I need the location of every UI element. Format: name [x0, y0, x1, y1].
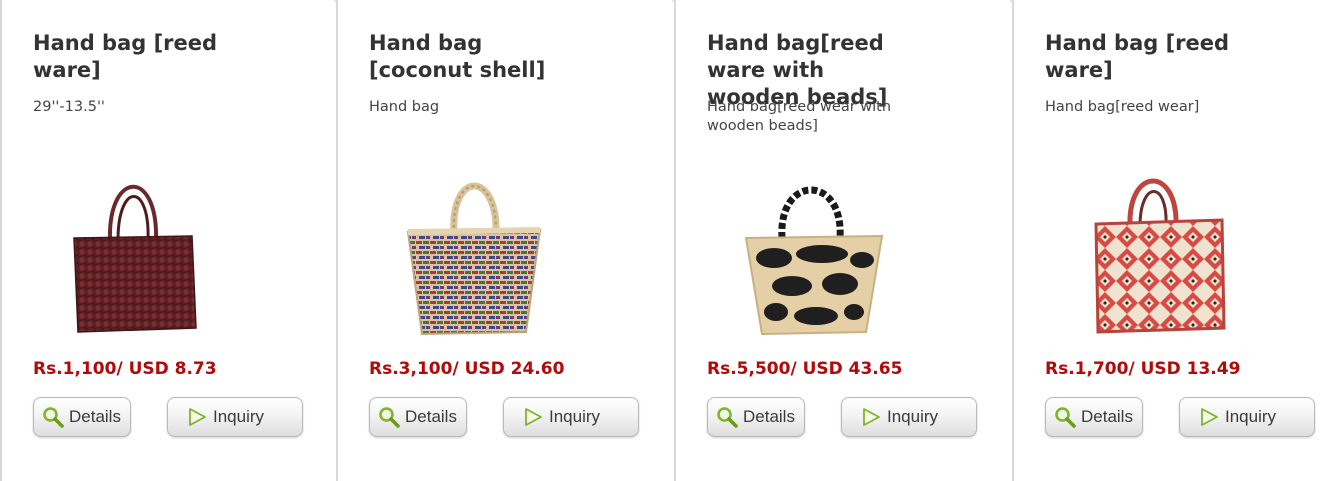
- product-description: Hand bag[reed wear]: [1045, 99, 1200, 115]
- details-label: Details: [743, 407, 795, 426]
- product-image-red-pattern-bag[interactable]: [1050, 160, 1250, 340]
- inquiry-label: Inquiry: [213, 407, 265, 426]
- play-arrow-icon: [863, 408, 880, 426]
- magnifier-icon: [379, 407, 400, 428]
- product-image-maroon-handbag[interactable]: [38, 160, 238, 340]
- details-button[interactable]: Details: [1045, 397, 1143, 437]
- play-arrow-icon: [189, 408, 206, 426]
- play-arrow-icon: [1201, 408, 1218, 426]
- product-grid: Hand bag [reed ware] 29''-13.5'' Rs.1,10…: [0, 0, 1336, 481]
- magnifier-icon: [1055, 407, 1076, 428]
- details-button[interactable]: Details: [369, 397, 467, 437]
- product-card: Hand bag [reed ware] 29''-13.5'' Rs.1,10…: [0, 0, 334, 481]
- magnifier-icon: [43, 407, 64, 428]
- inquiry-label: Inquiry: [1225, 407, 1277, 426]
- inquiry-button[interactable]: Inquiry: [167, 397, 303, 437]
- inquiry-label: Inquiry: [887, 407, 939, 426]
- product-description: Hand bag[reed wear with wooden beads]: [707, 99, 892, 134]
- inquiry-button[interactable]: Inquiry: [841, 397, 977, 437]
- magnifier-icon: [717, 407, 738, 428]
- product-image-coconut-shell-tote[interactable]: [374, 160, 574, 340]
- product-image-beaded-reed-bag[interactable]: [712, 160, 912, 340]
- details-button[interactable]: Details: [33, 397, 131, 437]
- inquiry-button[interactable]: Inquiry: [1179, 397, 1315, 437]
- play-arrow-icon: [525, 408, 542, 426]
- product-title[interactable]: Hand bag [coconut shell]: [369, 30, 579, 84]
- product-description: Hand bag: [369, 99, 440, 115]
- details-label: Details: [405, 407, 457, 426]
- product-title[interactable]: Hand bag [reed ware]: [33, 30, 243, 84]
- product-description: 29''-13.5'': [33, 99, 105, 115]
- product-price: Rs.1,700/ USD 13.49: [1045, 359, 1241, 379]
- product-card: Hand bag [coconut shell] Hand bag Rs.3,1…: [338, 0, 672, 481]
- product-price: Rs.5,500/ USD 43.65: [707, 359, 903, 379]
- inquiry-button[interactable]: Inquiry: [503, 397, 639, 437]
- product-card: Hand bag[reed ware with wooden beads] Ha…: [676, 0, 1010, 481]
- details-label: Details: [1081, 407, 1133, 426]
- product-price: Rs.1,100/ USD 8.73: [33, 359, 217, 379]
- inquiry-label: Inquiry: [549, 407, 601, 426]
- product-card: Hand bag [reed ware] Hand bag[reed wear]…: [1014, 0, 1336, 481]
- product-price: Rs.3,100/ USD 24.60: [369, 359, 565, 379]
- product-title[interactable]: Hand bag [reed ware]: [1045, 30, 1255, 84]
- details-label: Details: [69, 407, 121, 426]
- details-button[interactable]: Details: [707, 397, 805, 437]
